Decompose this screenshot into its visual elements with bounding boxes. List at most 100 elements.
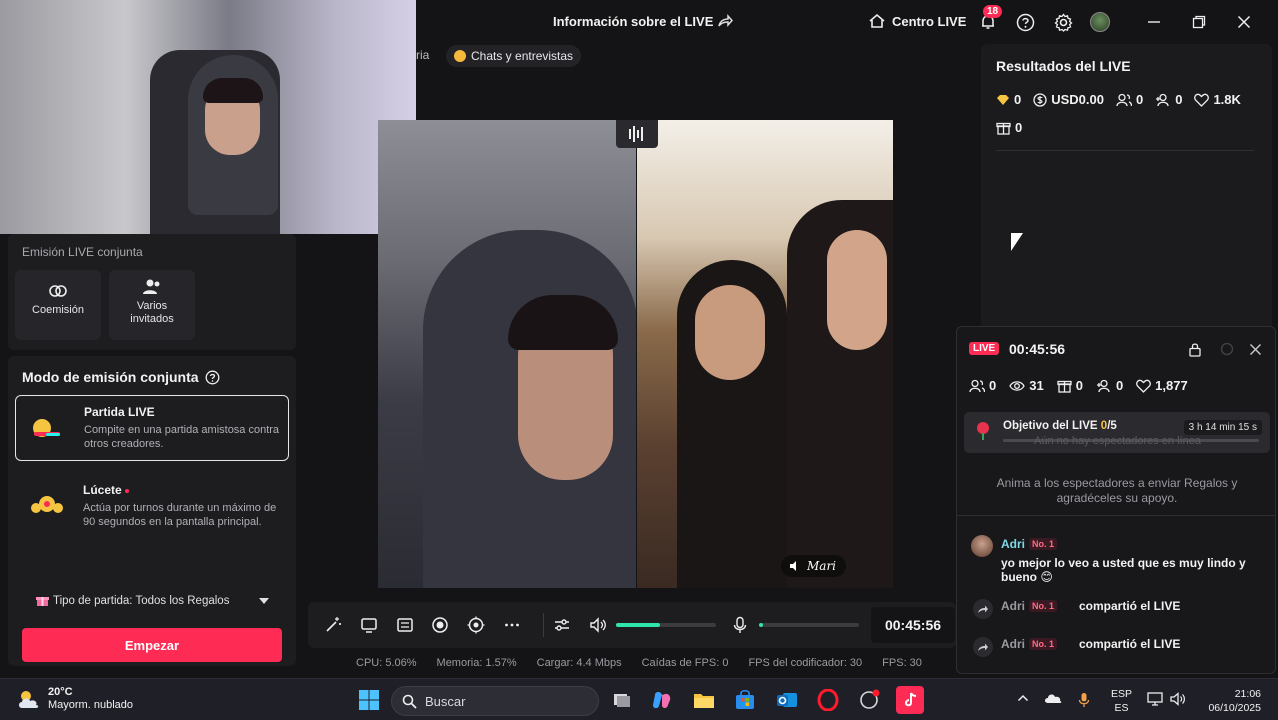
centro-live-label: Centro LIVE	[892, 13, 967, 29]
likes-stat: 1,877	[1136, 378, 1188, 393]
task-view-icon[interactable]	[610, 688, 634, 712]
loading-spinner-icon	[1219, 341, 1235, 357]
live-panel-timer: 00:45:56	[1009, 341, 1066, 357]
speaker-icon	[790, 561, 796, 571]
mode-lucete-name: Lúcete	[83, 483, 130, 497]
goal-title-prefix: Objetivo del LIVE	[1003, 420, 1101, 432]
panel-close-icon[interactable]	[1247, 341, 1263, 357]
clock-time: 21:06	[1234, 688, 1261, 700]
close-icon[interactable]	[1234, 12, 1254, 32]
search-icon	[402, 694, 417, 709]
chat-username[interactable]: Adri	[1001, 537, 1025, 551]
fps-drops-stat: Caídas de FPS: 0	[641, 657, 729, 669]
viewers-icon	[1116, 93, 1132, 106]
sliders-icon[interactable]	[552, 615, 572, 635]
centro-live-button[interactable]: Centro LIVE	[868, 12, 966, 30]
share-arrow-icon	[973, 637, 993, 657]
tab-chats-interviews[interactable]: Chats y entrevistas	[446, 45, 582, 67]
store-icon[interactable]	[733, 688, 757, 712]
microphone-tray-icon[interactable]	[1078, 692, 1090, 711]
user-avatar[interactable]	[971, 535, 993, 557]
speaker-tray-icon[interactable]	[1170, 692, 1186, 709]
weather-widget[interactable]: 20°C Mayorm. nublado	[16, 686, 133, 712]
settings-gear-icon[interactable]	[1053, 12, 1073, 32]
live-goal-card[interactable]: Objetivo del LIVE 0/5 3 h 14 min 15 s Aú…	[964, 412, 1270, 453]
mic-level-slider[interactable]	[759, 623, 859, 627]
mode-lucete[interactable]: Lúcete Actúa por turnos durante un máxim…	[15, 474, 289, 554]
capture-icon[interactable]	[466, 615, 486, 635]
lock-icon[interactable]	[1187, 341, 1203, 357]
live-studio-window: Información sobre el LIVE Centro LIVE 18	[0, 0, 1278, 678]
opera-icon[interactable]	[816, 688, 840, 712]
outlook-icon[interactable]	[775, 688, 799, 712]
diamonds-value: 0	[1014, 92, 1022, 107]
chevron-down-icon[interactable]	[259, 598, 269, 604]
viewers-count: 0	[989, 378, 997, 393]
share-icon[interactable]	[716, 12, 734, 30]
rose-icon	[977, 422, 989, 440]
follows-count: 0	[1115, 378, 1124, 393]
mic-level-fill	[759, 623, 763, 627]
performance-stats: CPU: 5.06% Memoria: 1.57% Cargar: 4.4 Mb…	[356, 657, 942, 669]
results-divider	[996, 150, 1254, 151]
cohost-tile[interactable]: Coemisión	[15, 270, 101, 340]
tiktok-live-studio-icon[interactable]	[896, 686, 924, 714]
chat-username[interactable]: Adri	[1001, 599, 1025, 613]
chat-divider	[957, 515, 1275, 516]
copilot-icon[interactable]	[650, 688, 674, 712]
live-badge: LIVE	[969, 342, 1000, 355]
follow-icon	[1096, 379, 1110, 392]
minimize-icon[interactable]	[1144, 12, 1164, 32]
tab-partial[interactable]: ria	[416, 48, 429, 62]
dollar-icon	[1033, 92, 1047, 107]
weather-desc: Mayorm. nublado	[48, 699, 133, 711]
results-title: Resultados del LIVE	[996, 58, 1131, 74]
profile-avatar[interactable]	[1090, 12, 1110, 32]
start-button[interactable]: Empezar	[22, 628, 282, 662]
results-row-1: 0 USD0.00 0 0 1.8K	[996, 92, 1241, 107]
mode-live-match[interactable]: Partida LIVE Compite en una partida amis…	[15, 395, 289, 461]
screen-share-icon[interactable]	[359, 615, 379, 635]
chat-username[interactable]: Adri	[1001, 637, 1025, 651]
language-indicator[interactable]: ESP ES	[1111, 687, 1132, 715]
goal-title: Objetivo del LIVE 0/5	[1003, 420, 1117, 432]
upload-stat: Cargar: 4.4 Mbps	[536, 657, 622, 669]
onedrive-cloud-icon[interactable]	[1044, 692, 1062, 707]
volume-icon[interactable]	[588, 615, 608, 635]
restore-window-icon[interactable]	[1189, 12, 1209, 32]
record-icon[interactable]	[430, 615, 450, 635]
gift-box-icon	[36, 597, 49, 606]
more-icon[interactable]	[502, 615, 522, 635]
gifts-count: 0	[1075, 378, 1083, 393]
chevron-up-icon[interactable]	[1017, 692, 1029, 707]
gift-icon	[996, 122, 1011, 135]
taskbar-search[interactable]: Buscar	[391, 686, 599, 716]
magic-wand-icon[interactable]	[323, 615, 343, 635]
network-icon[interactable]	[1147, 692, 1163, 709]
layout-icon[interactable]	[395, 615, 415, 635]
windows-start-icon[interactable]	[357, 688, 381, 712]
live-info-title[interactable]: Información sobre el LIVE	[553, 14, 713, 29]
encourage-text: Anima a los espectadores a enviar Regalo…	[996, 476, 1238, 505]
volume-slider[interactable]	[616, 623, 716, 627]
follows-stat: 0	[1096, 378, 1123, 393]
microphone-icon[interactable]	[730, 615, 750, 635]
help-icon[interactable]	[1015, 12, 1035, 32]
guest-name: Mari	[807, 559, 837, 573]
results-row-2: 0	[996, 120, 1022, 135]
mode-lucete-desc: Actúa por turnos durante un máximo de 90…	[83, 502, 277, 528]
audio-bars-icon[interactable]	[616, 120, 658, 148]
file-explorer-icon[interactable]	[692, 688, 716, 712]
app-notify-icon[interactable]	[857, 688, 881, 712]
multi-guest-tile[interactable]: Varios invitados	[109, 270, 195, 340]
search-placeholder: Buscar	[425, 693, 466, 709]
fps-stat: FPS: 30	[882, 657, 922, 669]
encoder-fps-stat: FPS del codificador: 30	[748, 657, 863, 669]
help-circle-icon[interactable]	[205, 370, 220, 385]
no-viewers-text: Aún no hay espectadores en línea	[1034, 435, 1201, 447]
live-overlay-panel: LIVE 00:45:56 0 31 0 0 1,877 Objetivo de…	[956, 326, 1276, 674]
goal-total: /5	[1107, 420, 1117, 432]
match-type-label: Tipo de partida: Todos los Regalos	[53, 594, 230, 607]
match-type-select[interactable]: Tipo de partida: Todos los Regalos	[36, 594, 229, 607]
system-clock[interactable]: 21:06 06/10/2025	[1197, 687, 1261, 715]
